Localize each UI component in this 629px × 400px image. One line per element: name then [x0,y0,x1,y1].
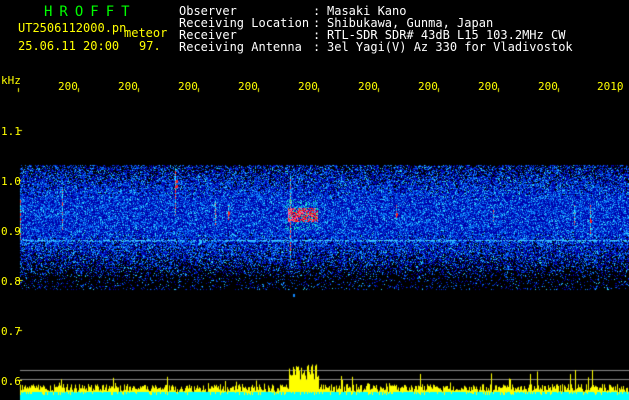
label-antenna: Receiving Antenna [179,40,302,54]
freq-tick: 1.0 [1,175,21,188]
time-tick: 2010 [597,80,624,93]
time-tick: 200 [478,80,498,93]
spectrogram-area [0,0,629,400]
freq-tick: 0.6 [1,375,21,388]
time-tick: 200 [178,80,198,93]
colon: : [313,40,321,54]
freq-unit: kHz [1,74,21,87]
echo-count: 97. [139,39,161,53]
freq-tick: 0.7 [1,325,21,338]
file-name: UT2506112000.pn [18,21,127,35]
value-antenna: 3el Yagi(V) Az 330 for Vladivostok [327,40,573,54]
time-tick: 200 [418,80,438,93]
spectrogram-canvas [0,0,629,400]
freq-tick: 0.8 [1,275,21,288]
site-name: HROFFT [44,4,137,20]
time-tick: 200 [58,80,78,93]
freq-tick: 0.9 [1,225,21,238]
mode-label: meteor [124,26,168,40]
date-time: 25.06.11 20:00 [18,39,120,53]
freq-tick: 1.1 [1,125,21,138]
time-tick: 200 [298,80,318,93]
time-tick: 200 [118,80,138,93]
time-tick: 200 [238,80,258,93]
time-tick: 200 [358,80,378,93]
time-tick: 200 [538,80,558,93]
